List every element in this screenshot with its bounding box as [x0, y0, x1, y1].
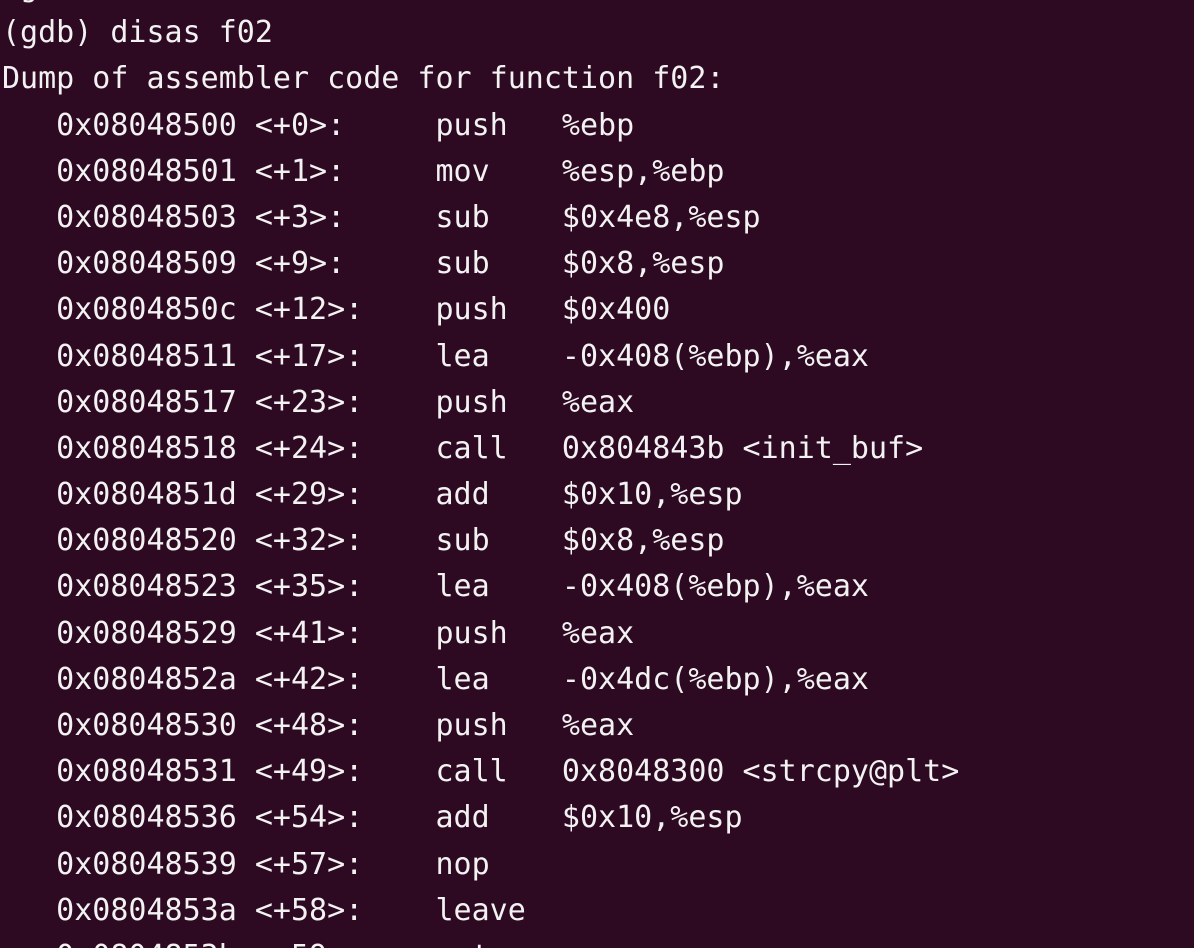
disassembly-row: 0x08048520 <+32>: sub $0x8,%esp [2, 523, 725, 559]
disassembly-row: 0x08048500 <+0>: push %ebp [2, 107, 635, 143]
disassembly-row: 0x08048539 <+57>: nop [2, 846, 490, 882]
disassembly-row: 0x08048529 <+41>: push %eax [2, 615, 635, 651]
disassembly-row: 0x0804850c <+12>: push $0x400 [2, 292, 671, 328]
disassembly-row: 0x08048536 <+54>: add $0x10,%esp [2, 800, 743, 836]
disassembly-row: 0x0804853a <+58>: leave [2, 892, 526, 928]
disassembly-row: 0x08048531 <+49>: call 0x8048300 <strcpy… [2, 754, 960, 790]
disassembly-header: Dump of assembler code for function f02: [2, 61, 725, 97]
disassembly-row: 0x0804852a <+42>: lea -0x4dc(%ebp),%eax [2, 661, 869, 697]
disassembly-row: 0x08048503 <+3>: sub $0x4e8,%esp [2, 199, 761, 235]
terminal-screen-buffer[interactable]: (gdb) disas f01 (gdb) disas f02 Dump of as… [0, 0, 1194, 948]
clipped-previous-line: (gdb) disas f01 [0, 0, 1194, 10]
disassembly-row: 0x08048517 <+23>: push %eax [2, 384, 635, 420]
disassembly-row: 0x08048509 <+9>: sub $0x8,%esp [2, 246, 725, 282]
terminal-window[interactable]: (gdb) disas f01 (gdb) disas f02 Dump of as… [0, 0, 1194, 948]
disassembly-row: 0x08048518 <+24>: call 0x804843b <init_b… [2, 430, 924, 466]
disassembly-row: 0x08048523 <+35>: lea -0x408(%ebp),%eax [2, 569, 869, 605]
disassembly-row: 0x08048501 <+1>: mov %esp,%ebp [2, 153, 725, 189]
disassembly-row: 0x0804853b <+59>: ret [0, 934, 1194, 948]
disassembly-row: 0x08048511 <+17>: lea -0x408(%ebp),%eax [2, 338, 869, 374]
gdb-command-line: (gdb) disas f02 [2, 15, 273, 51]
disassembly-row: 0x0804851d <+29>: add $0x10,%esp [2, 477, 743, 513]
disassembly-row: 0x08048530 <+48>: push %eax [2, 708, 635, 743]
